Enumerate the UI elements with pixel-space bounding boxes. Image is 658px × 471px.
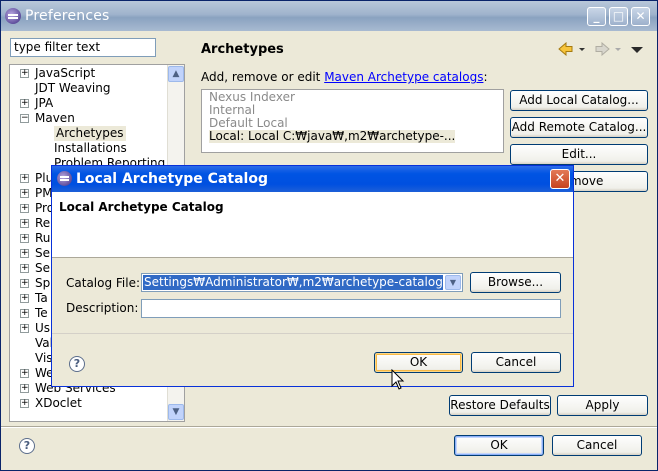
tree-item-label: Archetypes [54, 126, 126, 141]
filter-input[interactable]: type filter text [10, 38, 156, 57]
tree-item-label: Ta [35, 291, 48, 305]
catalog-file-label: Catalog File: [66, 276, 141, 290]
forward-arrow-icon[interactable] [595, 42, 621, 56]
expand-icon[interactable]: + [20, 189, 29, 198]
description-suffix: : [483, 70, 488, 84]
tree-item-label: JDT Weaving [35, 81, 111, 95]
tree-item-label: Re [35, 216, 51, 230]
dialog-titlebar[interactable]: Local Archetype Catalog ✕ [52, 166, 573, 192]
tree-item-label: PM [35, 186, 53, 200]
expand-icon[interactable]: + [20, 294, 29, 303]
expand-icon[interactable]: + [20, 399, 29, 408]
tree-item-label: JavaScript [35, 66, 96, 80]
dialog-title: Local Archetype Catalog [76, 171, 268, 187]
cancel-button[interactable]: Cancel [552, 435, 642, 456]
page-description: Add, remove or edit Maven Archetype cata… [201, 70, 488, 84]
expand-icon[interactable]: + [20, 309, 29, 318]
expand-icon[interactable]: + [20, 279, 29, 288]
view-menu-icon[interactable] [631, 47, 643, 53]
expand-icon[interactable]: + [20, 384, 29, 393]
ok-button[interactable]: OK [454, 435, 544, 456]
description-label: Description: [66, 301, 139, 315]
apply-button[interactable]: Apply [557, 395, 648, 416]
expand-icon[interactable]: + [20, 204, 29, 213]
tree-item-label: Vis [35, 351, 53, 365]
close-button[interactable]: ✕ [631, 7, 650, 26]
description-text: Add, remove or edit [201, 70, 325, 84]
archetype-catalogs-link[interactable]: Maven Archetype catalogs [324, 70, 483, 84]
tree-item-label: Maven [35, 111, 75, 125]
tree-item-label: Sp [35, 276, 51, 290]
expand-icon[interactable]: + [20, 264, 29, 273]
tree-item-label: XDoclet [35, 396, 82, 410]
expand-icon[interactable]: + [20, 234, 29, 243]
tree-item-label: Us [35, 321, 51, 335]
expand-icon[interactable]: + [20, 69, 29, 78]
dialog-cancel-button[interactable]: Cancel [471, 352, 561, 373]
catalog-file-combo[interactable]: Settings₩Administrator₩,m2₩archetype-cat… [141, 273, 463, 292]
scroll-up-icon[interactable]: ▲ [168, 66, 184, 82]
mouse-cursor-icon [391, 369, 405, 390]
tree-item-label: JPA [35, 96, 54, 110]
scroll-down-icon[interactable]: ▼ [168, 404, 184, 420]
tree-item-label: Installations [54, 141, 127, 155]
browse-button[interactable]: Browse... [470, 272, 561, 293]
back-arrow-icon[interactable] [558, 42, 585, 56]
dialog-separator [52, 333, 573, 335]
minimize-button[interactable]: _ [587, 7, 606, 26]
eclipse-icon [57, 171, 72, 186]
expand-icon[interactable]: + [20, 99, 29, 108]
chevron-down-icon[interactable]: ▼ [445, 275, 461, 290]
maximize-button[interactable]: □ [609, 7, 628, 26]
expand-icon[interactable]: + [20, 174, 29, 183]
dialog-banner-title: Local Archetype Catalog [59, 200, 224, 214]
help-icon[interactable]: ? [19, 438, 35, 454]
window-title: Preferences [25, 8, 110, 24]
expand-icon[interactable]: + [20, 324, 29, 333]
catalog-file-value[interactable]: Settings₩Administrator₩,m2₩archetype-cat… [143, 275, 443, 290]
add-local-catalog-button[interactable]: Add Local Catalog... [510, 90, 648, 111]
description-field[interactable] [141, 299, 561, 318]
expand-icon[interactable]: + [20, 219, 29, 228]
help-icon[interactable]: ? [69, 356, 85, 372]
window-titlebar[interactable]: Preferences _ □ ✕ [1, 1, 657, 31]
edit-catalog-button[interactable]: Edit... [510, 144, 648, 165]
catalog-item[interactable]: Local: Local C:₩java₩,m2₩archetype-... [209, 130, 456, 143]
expand-icon[interactable]: + [20, 249, 29, 258]
tree-item-label: Se [35, 261, 50, 275]
tree-item-label: Se [35, 246, 50, 260]
eclipse-icon [5, 8, 21, 24]
collapse-icon[interactable]: − [20, 114, 29, 123]
add-remote-catalog-button[interactable]: Add Remote Catalog... [510, 117, 648, 138]
restore-defaults-button[interactable]: Restore Defaults [449, 395, 551, 416]
local-catalog-dialog: Local Archetype Catalog ✕ Local Archetyp… [51, 165, 574, 387]
dialog-banner: Local Archetype Catalog [52, 192, 573, 258]
tree-item-label: Te [35, 306, 48, 320]
tree-item-label: Ru [35, 231, 51, 245]
dialog-ok-button[interactable]: OK [374, 352, 463, 373]
page-title: Archetypes [201, 42, 284, 57]
footer-separator [1, 426, 657, 428]
expand-icon[interactable]: + [20, 369, 29, 378]
navigation-icons [558, 42, 643, 56]
catalog-list[interactable]: Nexus Indexer Internal Default Local Loc… [201, 89, 504, 153]
dialog-close-button[interactable]: ✕ [550, 169, 570, 189]
